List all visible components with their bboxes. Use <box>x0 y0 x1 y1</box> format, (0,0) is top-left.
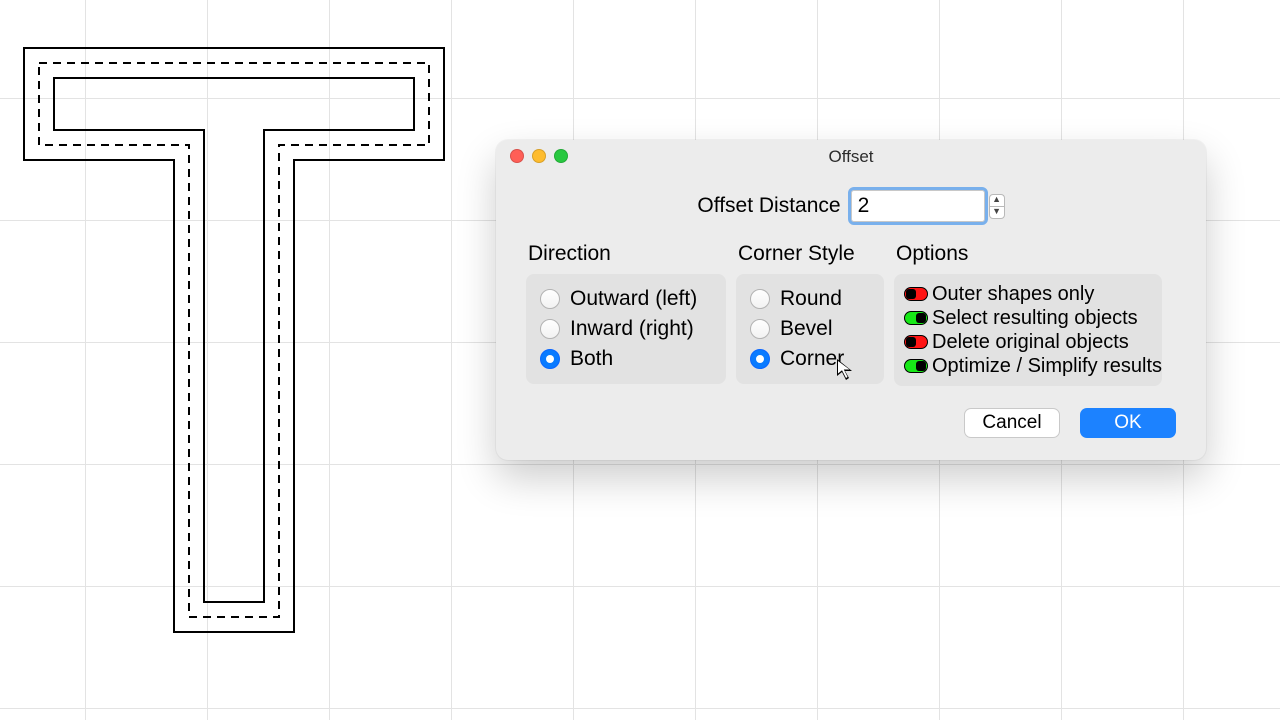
options-group: Outer shapes only Select resulting objec… <box>894 274 1162 386</box>
direction-outward[interactable]: Outward (left) <box>540 284 712 314</box>
direction-group-title: Direction <box>528 242 726 266</box>
radio-icon <box>750 349 770 369</box>
original-path <box>39 63 429 617</box>
direction-both-label: Both <box>570 347 613 371</box>
corner-bevel-label: Bevel <box>780 317 833 341</box>
option-select-resulting[interactable]: Select resulting objects <box>904 306 1152 330</box>
offset-inner-path <box>54 78 414 602</box>
dialog-titlebar: Offset <box>496 140 1206 174</box>
minimize-icon[interactable] <box>532 149 546 163</box>
option-select-resulting-label: Select resulting objects <box>932 307 1138 330</box>
corner-round-label: Round <box>780 287 842 311</box>
radio-icon <box>540 289 560 309</box>
stepper-up-icon[interactable]: ▲ <box>989 194 1005 206</box>
option-outer-only-label: Outer shapes only <box>932 283 1094 306</box>
offset-outer-path <box>24 48 444 632</box>
direction-inward[interactable]: Inward (right) <box>540 314 712 344</box>
corner-group: Round Bevel Corner <box>736 274 884 384</box>
offset-dialog: Offset Offset Distance ▲ ▼ Direction Out… <box>496 140 1206 460</box>
corner-corner[interactable]: Corner <box>750 344 870 374</box>
option-delete-original[interactable]: Delete original objects <box>904 330 1152 354</box>
option-outer-only[interactable]: Outer shapes only <box>904 282 1152 306</box>
direction-both[interactable]: Both <box>540 344 712 374</box>
stepper-down-icon[interactable]: ▼ <box>989 206 1005 219</box>
toggle-icon <box>904 335 928 349</box>
close-icon[interactable] <box>510 149 524 163</box>
option-delete-original-label: Delete original objects <box>932 331 1129 354</box>
radio-icon <box>750 319 770 339</box>
option-optimize[interactable]: Optimize / Simplify results <box>904 354 1152 378</box>
offset-distance-stepper: ▲ ▼ <box>989 190 1005 222</box>
corner-group-title: Corner Style <box>738 242 884 266</box>
direction-inward-label: Inward (right) <box>570 317 694 341</box>
corner-corner-label: Corner <box>780 347 844 371</box>
direction-outward-label: Outward (left) <box>570 287 697 311</box>
radio-icon <box>540 349 560 369</box>
options-group-title: Options <box>896 242 1162 266</box>
dialog-title: Offset <box>828 147 873 167</box>
cancel-button[interactable]: Cancel <box>964 408 1060 438</box>
option-optimize-label: Optimize / Simplify results <box>932 355 1162 378</box>
window-controls <box>510 149 568 163</box>
canvas-shapes <box>0 0 500 680</box>
toggle-icon <box>904 359 928 373</box>
ok-button[interactable]: OK <box>1080 408 1176 438</box>
radio-icon <box>540 319 560 339</box>
radio-icon <box>750 289 770 309</box>
toggle-icon <box>904 311 928 325</box>
corner-bevel[interactable]: Bevel <box>750 314 870 344</box>
offset-distance-input[interactable] <box>851 190 985 222</box>
toggle-icon <box>904 287 928 301</box>
direction-group: Outward (left) Inward (right) Both <box>526 274 726 384</box>
zoom-icon[interactable] <box>554 149 568 163</box>
corner-round[interactable]: Round <box>750 284 870 314</box>
offset-distance-label: Offset Distance <box>697 194 840 218</box>
